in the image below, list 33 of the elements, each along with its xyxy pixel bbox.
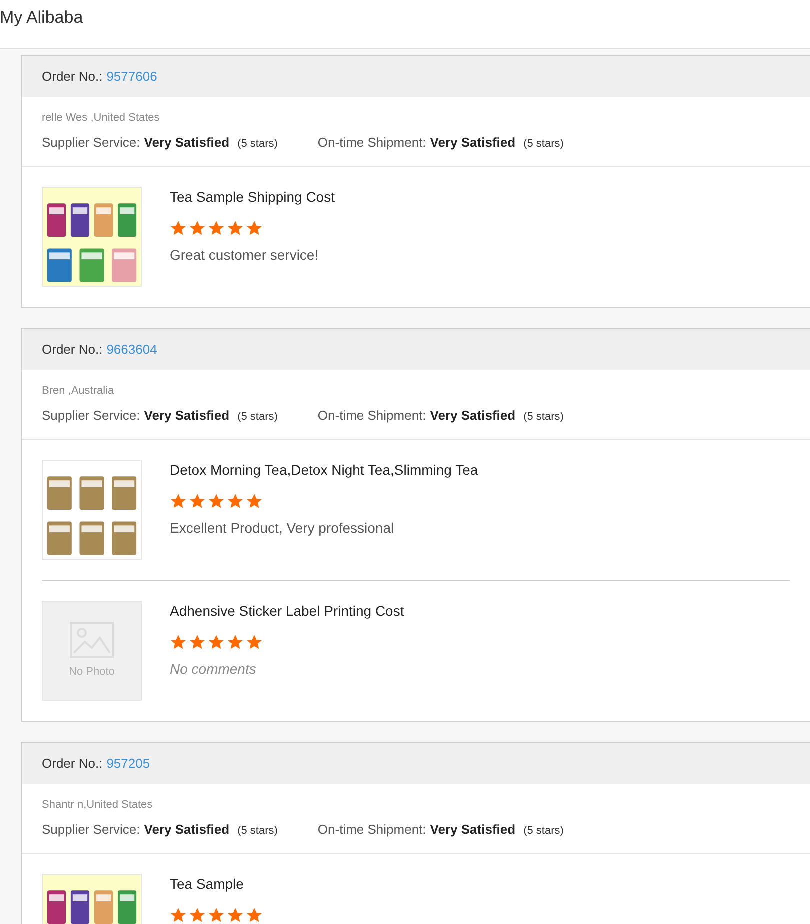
- review-comment: Excellent Product, Very professional: [170, 519, 396, 538]
- rating-label: On-time Shipment:: [318, 134, 426, 152]
- rating-value: Very Satisfied: [430, 134, 516, 152]
- order-number-label: Order No.:: [42, 68, 103, 86]
- review-comment: No comments: [170, 660, 258, 679]
- rating-value: Very Satisfied: [144, 134, 230, 152]
- stars-count: (5 stars): [238, 824, 278, 838]
- order-number-label: Order No.:: [42, 340, 103, 359]
- product-title[interactable]: Tea Sample Shipping Cost: [170, 187, 335, 208]
- buyer-location: Bren ,Australia: [42, 384, 116, 399]
- rating-value: Very Satisfied: [144, 406, 230, 425]
- stars-count: (5 stars): [238, 136, 278, 152]
- stars-count: (5 stars): [524, 410, 564, 424]
- buyer-location: relle Wes ,United States: [42, 111, 161, 126]
- page-title: My Alibaba: [0, 7, 84, 30]
- rating-label: Supplier Service:: [42, 820, 140, 839]
- no-photo-label: No Photo: [69, 664, 115, 680]
- product-title[interactable]: Detox Morning Tea,Detox Night Tea,Slimming Tea: [170, 460, 478, 481]
- rating-label: Supplier Service:: [42, 134, 140, 152]
- stars-count: (5 stars): [524, 824, 564, 838]
- rating-value: Very Satisfied: [144, 820, 230, 839]
- rating-value: Very Satisfied: [430, 820, 516, 839]
- rating-value: Very Satisfied: [430, 406, 516, 425]
- product-title[interactable]: Adhensive Sticker Label Printing Cost: [170, 601, 404, 622]
- stars-count: (5 stars): [238, 410, 278, 424]
- rating-label: On-time Shipment:: [318, 406, 426, 425]
- stars-count: (5 stars): [524, 136, 564, 152]
- buyer-location: Shantr n,United States: [42, 798, 154, 813]
- rating-label: Supplier Service:: [42, 406, 140, 425]
- order-number-label: Order No.:: [42, 754, 103, 773]
- review-comment: Great customer service!: [170, 246, 320, 265]
- rating-label: On-time Shipment:: [318, 820, 426, 839]
- product-title[interactable]: Tea Sample: [170, 874, 263, 895]
